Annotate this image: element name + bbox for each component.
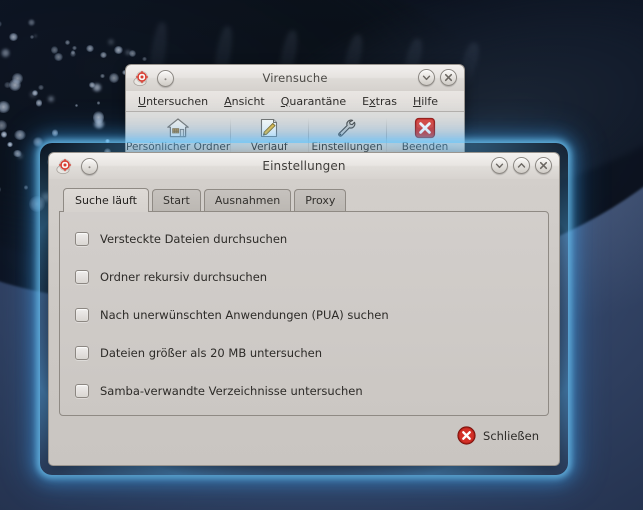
menu-hilfe[interactable]: Hilfe [405,93,446,110]
menu-untersuchen[interactable]: Untersuchen [130,93,216,110]
tab-label-suche-laeuft: Suche läuft [75,194,137,207]
settings-dialog-controls [491,157,552,174]
tab-label-proxy: Proxy [305,194,336,207]
red-circle-x-icon [457,426,476,445]
menu-untersuchen-label: ntersuchen [146,94,209,108]
tab-ausnahmen[interactable]: Ausnahmen [203,189,292,211]
tab-label-ausnahmen: Ausnahmen [214,194,281,207]
menu-hilfe-label: ilfe [421,94,438,108]
desktop: Virensuche Untersuchen Ansicht Quarantän… [0,0,643,510]
main-window-title: Virensuche [262,71,328,85]
schliessen-button[interactable]: Schließen [453,423,543,448]
settings-tabstrip: Suche läuft Start Ausnahmen Proxy [59,188,549,212]
red-x-icon [414,115,436,141]
menu-extras-label: tras [375,94,397,108]
tab-proxy[interactable]: Proxy [294,189,347,211]
close-button[interactable] [440,69,457,86]
checkbox-ordner-rekursiv[interactable] [75,269,89,284]
main-window-titlebar[interactable]: Virensuche [125,64,465,91]
tab-label-start: Start [163,194,190,207]
wrench-icon [335,115,359,141]
checkbox-pua[interactable] [75,307,89,322]
schliessen-button-label: Schließen [483,428,539,443]
settings-dialog-body: Suche läuft Start Ausnahmen Proxy Verste… [48,179,560,466]
option-label-versteckte-dateien: Versteckte Dateien durchsuchen [100,231,288,246]
checkbox-grosse-dateien[interactable] [75,345,89,360]
menu-quarantaene[interactable]: Quarantäne [273,93,354,110]
settings-dialog-actions: Schließen [59,416,549,455]
settings-dialog-titlebar[interactable]: Einstellungen [48,152,560,179]
settings-tabpanel-suche-laeuft: Versteckte Dateien durchsuchen Ordner re… [59,211,549,416]
checkbox-samba[interactable] [75,383,89,398]
settings-dialog-title: Einstellungen [262,159,346,173]
minimize-button[interactable] [418,69,435,86]
menu-ansicht[interactable]: Ansicht [216,93,273,110]
menubar: Untersuchen Ansicht Quarantäne Extras Hi… [126,91,464,112]
option-row-versteckte-dateien[interactable]: Versteckte Dateien durchsuchen [60,224,548,253]
menu-ansicht-label: nsicht [231,94,265,108]
option-row-grosse-dateien[interactable]: Dateien größer als 20 MB untersuchen [60,338,548,367]
settings-dialog: Einstellungen Suche läuft Start Ausnahme… [48,152,560,466]
option-label-pua: Nach unerwünschten Anwendungen (PUA) suc… [100,307,389,322]
option-label-grosse-dateien: Dateien größer als 20 MB untersuchen [100,345,323,360]
tab-start[interactable]: Start [152,189,201,211]
minimize-button[interactable] [491,157,508,174]
maximize-button[interactable] [513,157,530,174]
option-row-pua[interactable]: Nach unerwünschten Anwendungen (PUA) suc… [60,300,548,329]
option-row-ordner-rekursiv[interactable]: Ordner rekursiv durchsuchen [60,262,548,291]
close-button[interactable] [535,157,552,174]
option-label-ordner-rekursiv: Ordner rekursiv durchsuchen [100,269,268,284]
notepad-pencil-icon [258,115,280,141]
menu-quarantaene-label: uarantäne [289,94,347,108]
tab-suche-laeuft[interactable]: Suche läuft [63,188,149,212]
checkbox-versteckte-dateien[interactable] [75,231,89,246]
home-folder-icon [166,115,190,141]
option-row-samba[interactable]: Samba-verwandte Verzeichnisse untersuche… [60,376,548,405]
main-window-controls [418,69,457,86]
menu-extras[interactable]: Extras [354,93,405,110]
option-label-samba: Samba-verwandte Verzeichnisse untersuche… [100,383,363,398]
